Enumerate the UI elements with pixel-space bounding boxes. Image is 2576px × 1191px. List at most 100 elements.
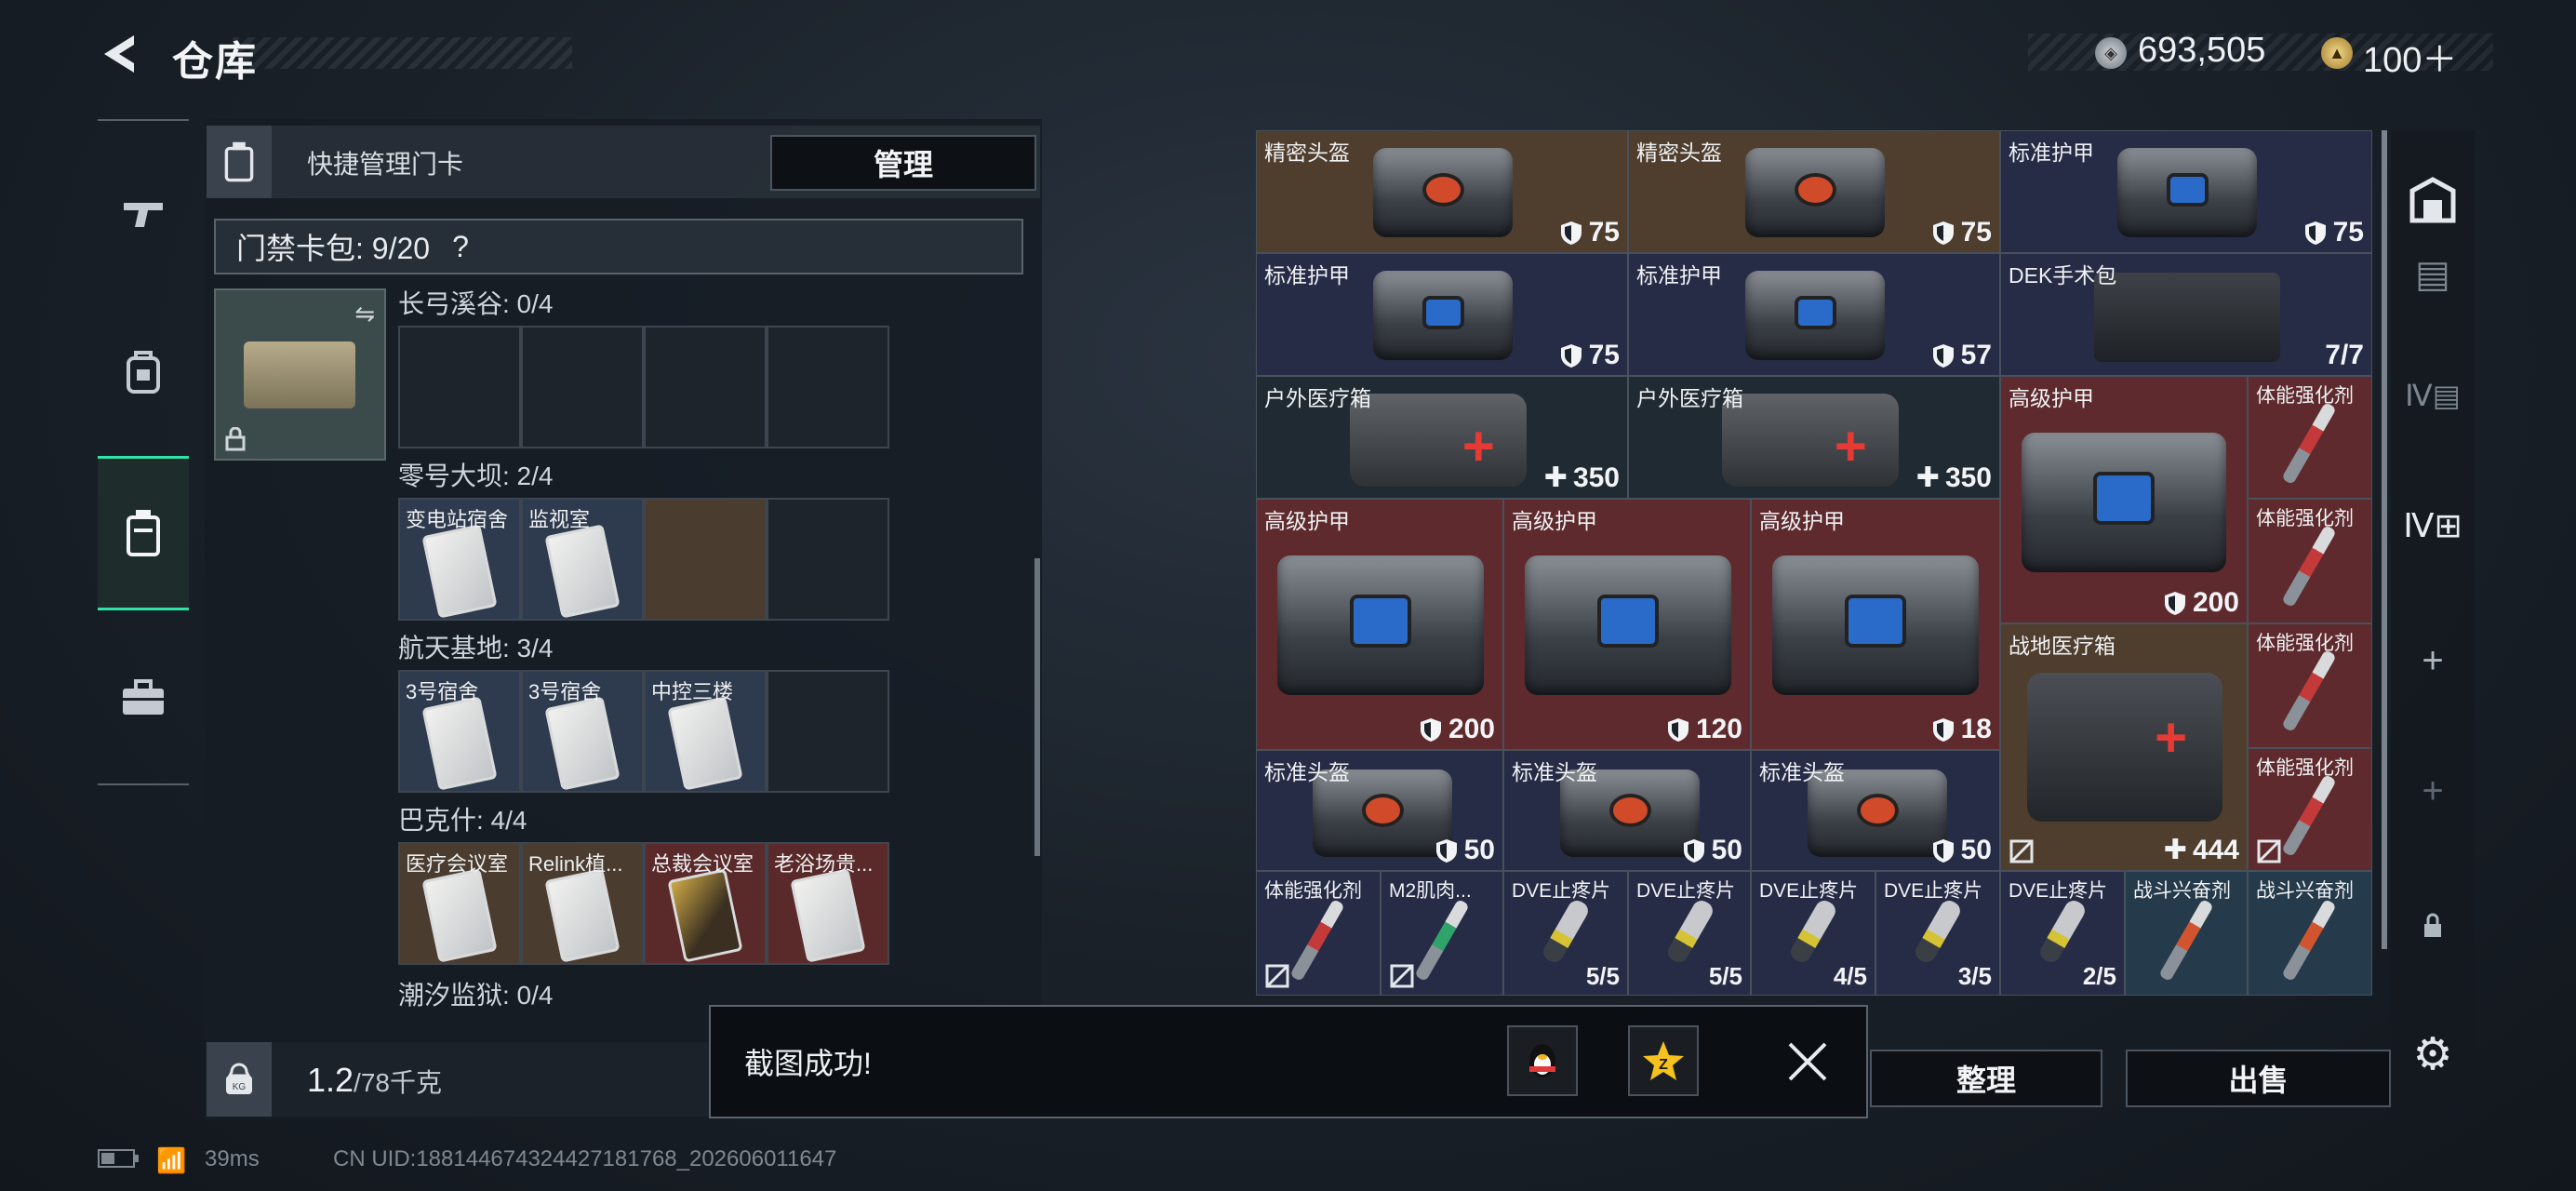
inventory-item[interactable]: 体能强化剂 bbox=[2248, 376, 2372, 499]
item-name: 战斗兴奋剂 bbox=[2133, 880, 2231, 902]
keycard-slot[interactable] bbox=[398, 326, 521, 448]
container-iv-add-icon[interactable]: Ⅳ⊞ bbox=[2391, 484, 2475, 568]
currency-gold[interactable]: 100＋ bbox=[2363, 31, 2457, 82]
nav-keycards[interactable] bbox=[98, 456, 189, 610]
sort-button[interactable]: 整理 bbox=[1870, 1050, 2102, 1107]
toast-message: 截图成功! bbox=[744, 1047, 872, 1080]
keycard-label: 医疗会议室 bbox=[406, 852, 509, 876]
add-container-icon[interactable]: + bbox=[2391, 749, 2475, 833]
inventory-item[interactable]: 标准头盔 50 bbox=[1751, 750, 2000, 871]
manage-button[interactable]: 管理 bbox=[770, 135, 1036, 191]
keycard-panel-title: 快捷管理门卡 bbox=[307, 150, 464, 179]
settings-gear-icon[interactable]: ⚙ bbox=[2391, 1012, 2475, 1096]
grid-scrollbar[interactable] bbox=[2382, 130, 2387, 949]
inventory-item[interactable]: 精密头盔 75 bbox=[1628, 130, 2000, 253]
add-container-icon[interactable]: + bbox=[2391, 619, 2475, 703]
keycard-slot[interactable]: 3号宿舍 bbox=[521, 670, 644, 793]
keycard-slot[interactable]: 变电站宿舍 bbox=[398, 498, 521, 621]
shield-icon bbox=[1560, 344, 1582, 368]
container-iv-icon[interactable]: Ⅳ▤ bbox=[2391, 354, 2475, 437]
keycard-scrollbar[interactable] bbox=[1034, 558, 1040, 856]
inventory-item[interactable]: 体能强化剂 bbox=[2248, 623, 2372, 748]
keycard-slot[interactable]: 总裁会议室 bbox=[644, 842, 767, 965]
painkiller-image bbox=[1664, 897, 1716, 966]
keycard-slot[interactable]: Relink植... bbox=[521, 842, 644, 965]
inventory-item[interactable]: M2肌肉... bbox=[1381, 871, 1503, 996]
sell-button[interactable]: 出售 bbox=[2126, 1050, 2391, 1107]
share-qzone-button[interactable]: Z bbox=[1628, 1025, 1699, 1096]
syringe-image bbox=[2281, 649, 2337, 733]
inventory-item[interactable]: 体能强化剂 bbox=[1256, 871, 1381, 996]
card-pack-bar[interactable]: 门禁卡包: 9/20 ? bbox=[214, 219, 1023, 274]
inventory-item[interactable]: 标准头盔 50 bbox=[1256, 750, 1503, 871]
inventory-item[interactable]: 高级护甲 18 bbox=[1751, 499, 2000, 750]
inventory-item[interactable]: DVE止疼片 4/5 bbox=[1751, 871, 1875, 996]
syringe-image bbox=[1414, 898, 1470, 983]
page-title: 仓库 bbox=[172, 39, 258, 85]
keycard-slot[interactable] bbox=[767, 326, 889, 448]
swap-icon[interactable]: ⇋ bbox=[354, 300, 375, 328]
armor-image bbox=[1745, 271, 1885, 360]
keycard-slot[interactable]: 老浴场贵... bbox=[767, 842, 889, 965]
inventory-item[interactable]: DVE止疼片 3/5 bbox=[1875, 871, 2000, 996]
armor-image bbox=[1373, 271, 1513, 360]
keycard-slot[interactable] bbox=[521, 326, 644, 448]
keycard-pack-item[interactable]: ⇋ bbox=[214, 288, 386, 461]
inventory-item[interactable]: 户外医疗箱 ✚350 bbox=[1628, 376, 2000, 499]
nav-toolbox[interactable] bbox=[98, 623, 189, 772]
nav-weapons[interactable] bbox=[98, 140, 189, 288]
keycard-slot[interactable]: 中控三楼 bbox=[644, 670, 767, 793]
inventory-item[interactable]: 精密头盔 75 bbox=[1256, 130, 1628, 253]
container-icon[interactable]: ▤ bbox=[2391, 233, 2475, 316]
keycard-image bbox=[421, 696, 498, 791]
inventory-item[interactable]: 标准护甲 57 bbox=[1628, 253, 2000, 376]
nav-equipment[interactable] bbox=[98, 298, 189, 447]
share-qq-button[interactable] bbox=[1507, 1025, 1578, 1096]
shield-icon bbox=[1435, 839, 1457, 863]
inventory-item[interactable]: DVE止疼片 2/5 bbox=[2000, 871, 2125, 996]
keycard-slot[interactable] bbox=[644, 326, 767, 448]
inventory-item[interactable]: 体能强化剂 bbox=[2248, 748, 2372, 871]
inventory-item[interactable]: 战地医疗箱 ✚444 bbox=[2000, 623, 2248, 871]
inventory-item[interactable]: 户外医疗箱 ✚350 bbox=[1256, 376, 1628, 499]
inventory-item[interactable]: 体能强化剂 bbox=[2248, 499, 2372, 623]
inventory-item[interactable]: 高级护甲 200 bbox=[1256, 499, 1503, 750]
item-name: 高级护甲 bbox=[1264, 509, 1350, 533]
item-durability: 18 bbox=[1931, 714, 1992, 745]
item-name: 标准护甲 bbox=[2009, 141, 2094, 165]
inventory-item[interactable]: DEK手术包 7/7 bbox=[2000, 253, 2372, 376]
inventory-item[interactable]: 战斗兴奋剂 bbox=[2125, 871, 2248, 996]
section-title: 航天基地: 3/4 bbox=[398, 634, 554, 662]
keycard-slot[interactable]: 监视室 bbox=[521, 498, 644, 621]
inventory-item[interactable]: DVE止疼片 5/5 bbox=[1628, 871, 1751, 996]
section-title: 巴克什: 4/4 bbox=[398, 806, 527, 835]
inventory-item[interactable]: 标准护甲 75 bbox=[1256, 253, 1628, 376]
item-name: DVE止疼片 bbox=[1884, 880, 1983, 902]
item-uses: 3/5 bbox=[1957, 962, 1992, 990]
inventory-item[interactable]: 战斗兴奋剂 bbox=[2248, 871, 2372, 996]
keycard-slot[interactable]: 3号宿舍 bbox=[398, 670, 521, 793]
item-name: 户外医疗箱 bbox=[1264, 386, 1371, 410]
inventory-item[interactable]: 标准护甲 75 bbox=[2000, 130, 2372, 253]
inventory-item[interactable]: 高级护甲 120 bbox=[1503, 499, 1751, 750]
item-name: 体能强化剂 bbox=[2256, 757, 2354, 779]
weight-current: 1.2 bbox=[307, 1061, 354, 1099]
help-icon[interactable]: ? bbox=[452, 230, 469, 264]
inventory-item[interactable]: 高级护甲 200 bbox=[2000, 376, 2248, 623]
storage-icon[interactable] bbox=[2391, 158, 2475, 242]
painkiller-image bbox=[2036, 897, 2089, 966]
keycard-slot[interactable] bbox=[767, 498, 889, 621]
close-icon[interactable] bbox=[1784, 1038, 1831, 1085]
shield-icon bbox=[1932, 221, 1954, 245]
inventory-item[interactable]: DVE止疼片 5/5 bbox=[1503, 871, 1628, 996]
item-name: 精密头盔 bbox=[1636, 141, 1722, 165]
keycard-slot[interactable]: 医疗会议室 bbox=[398, 842, 521, 965]
keycard-slot[interactable] bbox=[644, 498, 767, 621]
item-durability: 57 bbox=[1931, 340, 1992, 371]
back-icon[interactable] bbox=[97, 32, 145, 76]
inventory-item[interactable]: 标准头盔 50 bbox=[1503, 750, 1751, 871]
keycard-slot[interactable] bbox=[767, 670, 889, 793]
item-heal: ✚ 350 bbox=[1915, 462, 1992, 494]
nav-divider bbox=[98, 783, 189, 785]
shield-icon bbox=[2164, 592, 2185, 615]
